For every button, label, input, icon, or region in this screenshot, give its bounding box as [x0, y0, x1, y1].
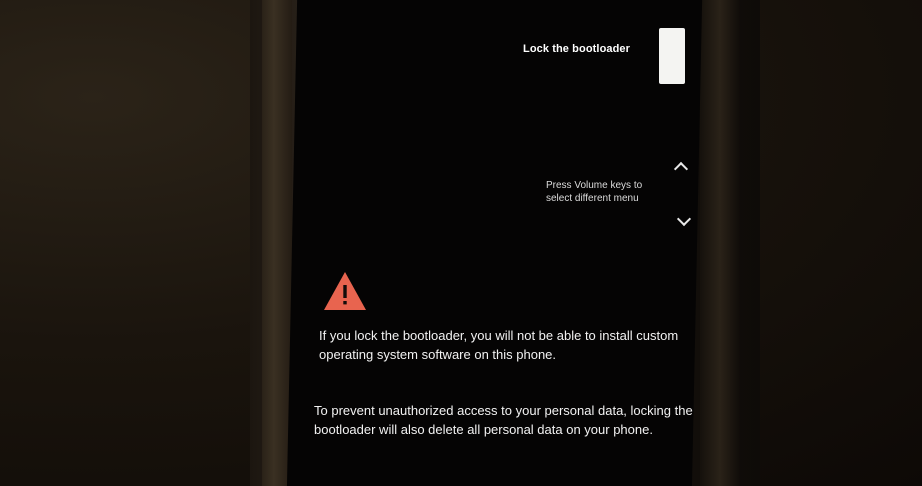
photo-scene: Lock the bootloader Press Volume keys to…: [0, 0, 922, 486]
volume-hint-line-2: select different menu: [546, 193, 639, 204]
phone-right-edge: [700, 0, 740, 486]
volume-hint-line-1: Press Volume keys to: [546, 180, 643, 191]
volume-keys-hint: Press Volume keys to select different me…: [546, 179, 666, 205]
data-deletion-warning-message: To prevent unauthorized access to your p…: [314, 403, 693, 437]
warning-triangle-icon: [324, 272, 366, 310]
lock-bootloader-option[interactable]: Lock the bootloader: [523, 43, 630, 55]
bootloader-warning-message: If you lock the bootloader, you will not…: [319, 328, 679, 362]
power-button-indicator[interactable]: [659, 28, 685, 84]
